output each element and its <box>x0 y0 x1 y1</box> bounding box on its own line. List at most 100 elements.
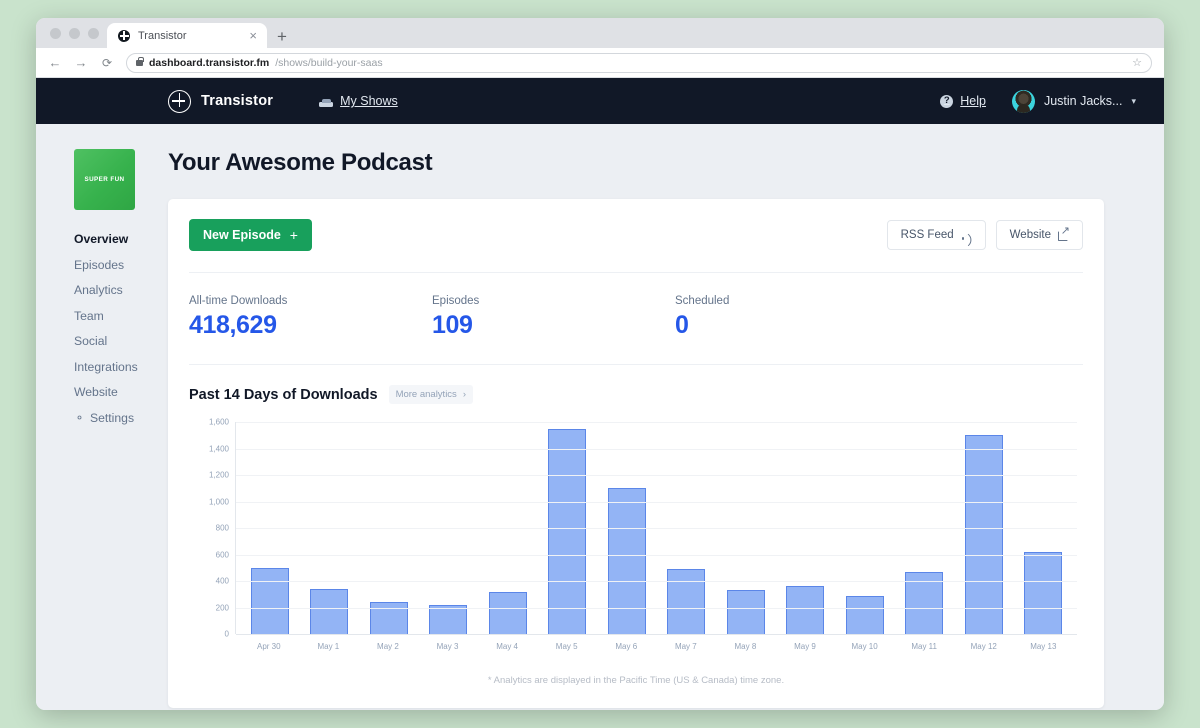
chart-gridline: 800 <box>236 528 1077 529</box>
chart-title: Past 14 Days of Downloads <box>189 387 378 403</box>
chart-x-tick-label: May 5 <box>537 642 597 651</box>
app-viewport: Transistor My Shows ? Help Justin Jacks.… <box>36 78 1164 710</box>
user-name-label: Justin Jacks... <box>1044 94 1123 108</box>
more-analytics-label: More analytics <box>396 389 457 400</box>
chart-x-tick-label: May 10 <box>835 642 895 651</box>
chart-bar[interactable] <box>965 435 1003 634</box>
stat-value: 109 <box>432 311 675 340</box>
chart-bar[interactable] <box>667 569 705 634</box>
close-window-button[interactable] <box>50 28 61 39</box>
rss-feed-button[interactable]: RSS Feed <box>887 220 986 250</box>
website-button[interactable]: Website <box>996 220 1083 250</box>
chart-bar[interactable] <box>846 596 884 634</box>
sidebar-item-label: Settings <box>90 411 134 425</box>
downloads-bar-chart: 02004006008001,0001,2001,4001,600 Apr 30… <box>189 414 1083 659</box>
help-link[interactable]: ? Help <box>940 94 986 108</box>
shows-icon <box>319 96 333 107</box>
reload-icon[interactable]: ⟳ <box>100 57 114 69</box>
rss-feed-label: RSS Feed <box>901 229 954 241</box>
top-nav-right-group: ? Help Justin Jacks... ▾ <box>940 90 1136 113</box>
sidebar-item-team[interactable]: Team <box>74 309 168 323</box>
minimize-window-button[interactable] <box>69 28 80 39</box>
bookmark-star-icon[interactable]: ☆ <box>1132 56 1142 69</box>
sidebar-item-integrations[interactable]: Integrations <box>74 360 168 374</box>
chart-bar[interactable] <box>251 568 289 634</box>
chart-bar[interactable] <box>429 605 467 634</box>
chart-gridline: 200 <box>236 608 1077 609</box>
browser-tab-title: Transistor <box>138 30 239 42</box>
lock-icon <box>136 60 143 66</box>
sidebar-item-social[interactable]: Social <box>74 334 168 348</box>
sidebar-item-episodes[interactable]: Episodes <box>74 258 168 272</box>
sidebar-item-analytics[interactable]: Analytics <box>74 283 168 297</box>
gear-icon <box>74 412 85 423</box>
sidebar-item-label: Website <box>74 385 118 399</box>
chevron-down-icon: ▾ <box>1131 96 1136 107</box>
chart-y-tick-label: 0 <box>225 630 229 639</box>
chart-bar[interactable] <box>727 590 765 634</box>
browser-window: Transistor × + ← → ⟳ dashboard.transisto… <box>36 18 1164 710</box>
chart-x-tick-label: May 12 <box>954 642 1014 651</box>
podcast-artwork[interactable]: SUPER FUN <box>74 149 135 210</box>
stat-label: All-time Downloads <box>189 295 432 307</box>
url-domain: dashboard.transistor.fm <box>149 57 269 69</box>
address-bar[interactable]: dashboard.transistor.fm/shows/build-your… <box>126 53 1152 73</box>
chart-y-tick-label: 1,400 <box>209 444 229 453</box>
chart-x-tick-label: May 2 <box>358 642 418 651</box>
new-episode-button[interactable]: New Episode + <box>189 219 312 251</box>
chart-x-axis: Apr 30May 1May 2May 3May 4May 5May 6May … <box>235 634 1077 651</box>
chart-bar[interactable] <box>310 589 348 634</box>
browser-tab[interactable]: Transistor × <box>107 23 267 48</box>
chart-bar[interactable] <box>608 488 646 634</box>
chart-x-tick-label: May 11 <box>894 642 954 651</box>
overview-card: New Episode + RSS Feed Website <box>168 199 1104 708</box>
chevron-right-icon: › <box>463 389 466 400</box>
chart-x-tick-label: May 6 <box>596 642 656 651</box>
podcast-artwork-label: SUPER FUN <box>85 176 125 183</box>
chart-x-tick-label: May 3 <box>418 642 478 651</box>
more-analytics-button[interactable]: More analytics › <box>389 385 473 404</box>
sidebar-nav: Overview Episodes Analytics Team Social … <box>74 232 168 425</box>
chart-gridline: 1,200 <box>236 475 1077 476</box>
maximize-window-button[interactable] <box>88 28 99 39</box>
chart-bar[interactable] <box>548 429 586 634</box>
sidebar: SUPER FUN Overview Episodes Analytics Te… <box>36 149 168 710</box>
transistor-logo-icon <box>168 90 191 113</box>
stat-label: Episodes <box>432 295 675 307</box>
sidebar-item-label: Integrations <box>74 360 138 374</box>
stat-scheduled: Scheduled 0 <box>675 295 918 340</box>
chart-header: Past 14 Days of Downloads More analytics… <box>189 365 1083 414</box>
window-traffic-lights[interactable] <box>46 18 107 48</box>
chart-y-tick-label: 800 <box>216 524 229 533</box>
sidebar-item-overview[interactable]: Overview <box>74 232 168 246</box>
stat-label: Scheduled <box>675 295 918 307</box>
chart-gridline: 1,400 <box>236 449 1077 450</box>
chart-y-tick-label: 200 <box>216 603 229 612</box>
chart-bar[interactable] <box>489 592 527 634</box>
chart-y-tick-label: 1,200 <box>209 471 229 480</box>
chart-bar[interactable] <box>370 602 408 634</box>
chart-gridline: 0 <box>236 634 1077 635</box>
sidebar-item-website[interactable]: Website <box>74 385 168 399</box>
back-icon[interactable]: ← <box>48 56 62 69</box>
brand-name: Transistor <box>201 93 273 109</box>
nav-item-my-shows[interactable]: My Shows <box>319 94 398 108</box>
chart-bar[interactable] <box>1024 552 1062 634</box>
browser-toolbar: ← → ⟳ dashboard.transistor.fm/shows/buil… <box>36 48 1164 78</box>
rss-icon <box>961 230 972 241</box>
chart-bar[interactable] <box>786 586 824 634</box>
new-tab-button[interactable]: + <box>277 28 287 45</box>
new-episode-label: New Episode <box>203 228 281 242</box>
close-icon[interactable]: × <box>247 29 259 42</box>
sidebar-item-settings[interactable]: Settings <box>74 411 168 425</box>
chart-y-tick-label: 400 <box>216 577 229 586</box>
main-content: Your Awesome Podcast New Episode + RSS F… <box>168 149 1164 710</box>
user-menu[interactable]: Justin Jacks... ▾ <box>1012 90 1136 113</box>
brand-logo-link[interactable]: Transistor <box>168 90 273 113</box>
stat-all-time-downloads: All-time Downloads 418,629 <box>189 295 432 340</box>
forward-icon[interactable]: → <box>74 56 88 69</box>
transistor-favicon <box>118 30 130 42</box>
nav-item-my-shows-label: My Shows <box>340 94 398 108</box>
stats-row: All-time Downloads 418,629 Episodes 109 … <box>189 273 1083 365</box>
help-label: Help <box>960 94 986 108</box>
